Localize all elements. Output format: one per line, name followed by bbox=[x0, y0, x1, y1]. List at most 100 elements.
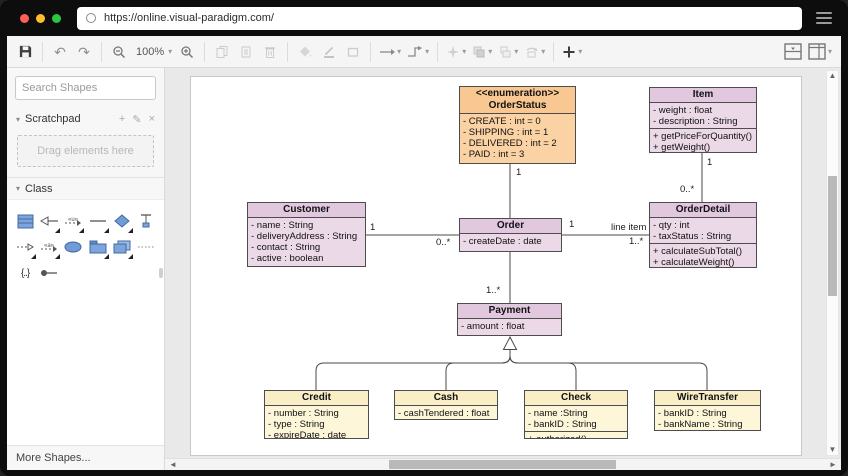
association-icon bbox=[89, 218, 107, 224]
palette-generalization[interactable] bbox=[39, 211, 59, 231]
palette-package[interactable] bbox=[88, 237, 108, 257]
insert-shape-dropdown[interactable]: ▾ bbox=[559, 40, 585, 64]
undo-icon: ↶ bbox=[54, 45, 66, 59]
horizontal-scrollbar[interactable]: ◄ ► bbox=[165, 458, 841, 470]
uml-class-credit[interactable]: Credit- number : String- type : String- … bbox=[264, 390, 369, 439]
close-window-button[interactable] bbox=[20, 14, 29, 23]
edge-check-payment[interactable] bbox=[510, 356, 576, 390]
vertical-scrollbar[interactable]: ▲ ▼ bbox=[826, 70, 839, 456]
url-text[interactable]: https://online.visual-paradigm.com/ bbox=[104, 12, 274, 24]
palette-pin[interactable] bbox=[39, 263, 59, 283]
site-info-icon[interactable] bbox=[86, 13, 96, 23]
straight-connector-icon bbox=[379, 46, 395, 58]
vertical-scrollbar-thumb[interactable] bbox=[828, 176, 837, 296]
edge-cash-payment[interactable] bbox=[446, 356, 510, 390]
uml-class-payment[interactable]: Payment- amount : float bbox=[457, 303, 562, 336]
palette-ellipse[interactable] bbox=[63, 237, 83, 257]
zoom-level-dropdown[interactable]: 100% ▾ bbox=[131, 40, 175, 64]
uml-operations-compartment: + getPriceForQuantity()+ getWeight() bbox=[650, 128, 756, 153]
arrange-dropdown[interactable]: ▾ bbox=[469, 40, 495, 64]
browser-menu-icon[interactable] bbox=[816, 12, 832, 24]
fill-color-icon bbox=[298, 45, 312, 59]
palette-anchor[interactable] bbox=[136, 211, 156, 231]
class-section-header[interactable]: ▾ Class bbox=[7, 177, 164, 199]
scratchpad-edit-icon[interactable]: ✎ bbox=[132, 113, 141, 126]
redo-button[interactable]: ↷ bbox=[72, 40, 96, 64]
address-bar[interactable]: https://online.visual-paradigm.com/ bbox=[77, 7, 802, 30]
paste-button[interactable] bbox=[234, 40, 258, 64]
shape-search-box[interactable] bbox=[15, 76, 156, 100]
scratchpad-add-icon[interactable]: + bbox=[119, 113, 125, 126]
zoom-in-button[interactable] bbox=[175, 40, 199, 64]
scratchpad-drop-area[interactable]: Drag elements here bbox=[17, 135, 154, 167]
copy-button[interactable] bbox=[210, 40, 234, 64]
uml-attributes-compartment: - bankID : String- bankName : String bbox=[655, 405, 760, 431]
uml-class-orderdetail[interactable]: OrderDetail- qty : int- taxStatus : Stri… bbox=[649, 202, 757, 268]
usage-icon: «u» bbox=[64, 216, 82, 226]
multiplicity-label: 1 bbox=[707, 158, 712, 168]
rotate-dropdown[interactable]: ▾ bbox=[521, 40, 548, 64]
copy-icon bbox=[215, 45, 229, 59]
undo-button[interactable]: ↶ bbox=[48, 40, 72, 64]
palette-association[interactable] bbox=[88, 211, 108, 231]
note-icon bbox=[113, 240, 131, 254]
format-style-button[interactable] bbox=[341, 40, 365, 64]
connector-style-dropdown[interactable]: ▾ bbox=[404, 40, 432, 64]
uml-class-order[interactable]: Order- createDate : date bbox=[459, 218, 562, 252]
chevron-down-icon: ▾ bbox=[541, 48, 545, 56]
palette-containment[interactable] bbox=[136, 237, 156, 257]
scroll-down-icon[interactable]: ▼ bbox=[827, 445, 838, 455]
fill-color-button[interactable] bbox=[293, 40, 317, 64]
palette-aggregation[interactable] bbox=[112, 211, 132, 231]
uml-operations-compartment: + calculateSubTotal()+ calculateWeight() bbox=[650, 243, 756, 268]
editor-toolbar: ↶ ↷ 100% ▾ bbox=[7, 36, 841, 68]
line-color-button[interactable] bbox=[317, 40, 341, 64]
palette-constraint[interactable]: {..} bbox=[15, 263, 35, 283]
horizontal-scrollbar-thumb[interactable] bbox=[389, 460, 616, 469]
palette-usage[interactable]: «u» bbox=[63, 211, 83, 231]
collapse-caret-icon[interactable]: ▾ bbox=[16, 184, 20, 193]
zoom-in-icon bbox=[180, 45, 194, 59]
panel-bottom-icon bbox=[784, 43, 802, 60]
more-shapes-link[interactable]: More Shapes... bbox=[7, 445, 164, 470]
connector-arrow-dropdown[interactable]: ▾ bbox=[376, 40, 404, 64]
zoom-window-button[interactable] bbox=[52, 14, 61, 23]
palette-dependency[interactable] bbox=[15, 237, 35, 257]
scratchpad-section-header[interactable]: ▾ Scratchpad + ✎ × bbox=[7, 108, 164, 130]
scroll-up-icon[interactable]: ▲ bbox=[827, 71, 838, 81]
delete-button[interactable] bbox=[258, 40, 282, 64]
search-input[interactable] bbox=[16, 82, 170, 94]
sidebar-scrollbar-thumb[interactable] bbox=[159, 268, 163, 278]
diagram-canvas[interactable]: <<enumeration>>OrderStatus- CREATE : int… bbox=[165, 68, 841, 458]
scroll-left-icon[interactable]: ◄ bbox=[167, 459, 179, 470]
effects-dropdown[interactable]: ▾ bbox=[443, 40, 469, 64]
palette-abstraction[interactable]: «a» bbox=[39, 237, 59, 257]
collapse-caret-icon[interactable]: ▾ bbox=[16, 115, 20, 124]
uml-class-cash[interactable]: Cash- cashTendered : float bbox=[394, 390, 498, 420]
uml-class-check[interactable]: Check- name :String- bankID : String+ au… bbox=[524, 390, 628, 439]
toggle-bottom-panel-button[interactable] bbox=[781, 40, 805, 64]
uml-class-wiretransfer[interactable]: WireTransfer- bankID : String- bankName … bbox=[654, 390, 761, 431]
scroll-right-icon[interactable]: ► bbox=[827, 459, 839, 470]
uml-class-orderstatus[interactable]: <<enumeration>>OrderStatus- CREATE : int… bbox=[459, 86, 576, 164]
class-shape-palette: «u» «a» bbox=[7, 199, 164, 445]
uml-class-customer[interactable]: Customer- name : String- deliveryAddress… bbox=[247, 202, 366, 267]
zoom-out-button[interactable] bbox=[107, 40, 131, 64]
edge-credit-payment[interactable] bbox=[316, 356, 510, 390]
uml-class-item[interactable]: Item- weight : float- description : Stri… bbox=[649, 87, 757, 153]
save-icon bbox=[18, 44, 33, 59]
uml-class-name: OrderDetail bbox=[650, 203, 756, 217]
save-button[interactable] bbox=[13, 40, 37, 64]
align-dropdown[interactable]: ▾ bbox=[495, 40, 521, 64]
uml-class-name: Check bbox=[525, 391, 627, 405]
palette-note[interactable] bbox=[112, 237, 132, 257]
uml-attributes-compartment: - name :String- bankID : String bbox=[525, 405, 627, 431]
align-icon bbox=[498, 45, 512, 59]
uml-attributes-compartment: - number : String- type : String- expire… bbox=[265, 405, 368, 439]
scratchpad-close-icon[interactable]: × bbox=[149, 113, 155, 126]
uml-attributes-compartment: - cashTendered : float bbox=[395, 405, 497, 420]
minimize-window-button[interactable] bbox=[36, 14, 45, 23]
palette-class-shape[interactable] bbox=[15, 211, 35, 231]
edge-wiretransfer-payment[interactable] bbox=[510, 356, 707, 390]
toggle-right-panel-dropdown[interactable]: ▾ bbox=[805, 40, 835, 64]
